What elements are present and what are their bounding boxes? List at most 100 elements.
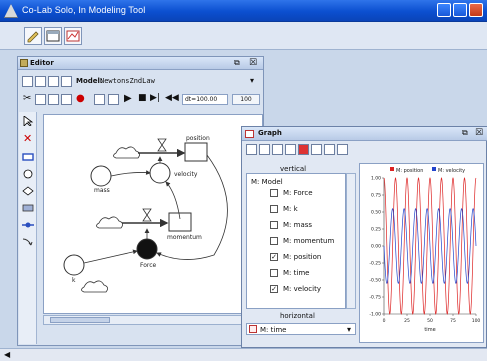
chevron-down-icon[interactable]: ▾ [250, 76, 254, 85]
export-icon[interactable] [337, 144, 348, 155]
y-tick-label: -0.25 [369, 261, 381, 267]
y-tick-label: 0.75 [371, 193, 381, 199]
record-icon[interactable]: ● [76, 93, 85, 104]
variable-checkbox[interactable] [270, 237, 278, 245]
variable-checkbox[interactable]: ✓ [270, 285, 278, 293]
chevron-down-icon[interactable]: ▾ [347, 325, 351, 334]
x-tick-label: 100 [472, 318, 481, 324]
k-node[interactable] [63, 254, 85, 276]
connector-tool-icon[interactable] [22, 237, 34, 247]
valve-icon[interactable] [142, 208, 152, 222]
maximize-button[interactable] [453, 3, 467, 17]
main-horizontal-scrollbar[interactable]: ◀ [0, 348, 487, 361]
velocity-label: velocity [174, 171, 198, 178]
editor-model-row: Model: NewtonsZndLaw ▾ [18, 74, 263, 90]
table-tool-icon[interactable] [22, 203, 34, 213]
line-chart: M: position M: velocity 1.00 0.75 0.50 0.25 0.… [369, 167, 481, 333]
scroll-left-icon[interactable]: ◀ [4, 350, 10, 359]
scissors-icon[interactable]: ✂ [23, 93, 31, 104]
editor-title: Editor [30, 59, 54, 67]
cloud-icon [81, 280, 108, 293]
zoom-icon[interactable] [285, 144, 296, 155]
delete-tool-icon[interactable]: ✕ [23, 132, 32, 145]
mass-node[interactable] [90, 165, 112, 187]
window-title: Co-Lab Solo, In Modeling Tool [22, 5, 146, 15]
position-label: position [186, 135, 210, 142]
grid-toggle-icon[interactable] [324, 144, 335, 155]
variable-checkbox[interactable] [270, 205, 278, 213]
step-icon[interactable]: ▶| [150, 93, 160, 103]
constant-tool-icon[interactable] [22, 186, 34, 196]
variable-label: M: mass [283, 221, 313, 229]
variable-icon [249, 325, 257, 333]
graph-window-icon[interactable] [64, 27, 82, 45]
tree-scrollbar[interactable] [346, 173, 356, 309]
horizontal-select[interactable]: M: time ▾ [246, 323, 356, 335]
scroll-thumb[interactable] [50, 317, 110, 323]
close-icon[interactable]: ☒ [475, 128, 483, 138]
force-node[interactable] [136, 238, 158, 260]
model-select[interactable]: NewtonsZndLaw [100, 77, 155, 85]
stop-icon[interactable]: ■ [138, 93, 147, 103]
auxiliary-tool-icon[interactable] [22, 169, 34, 179]
dt-field[interactable]: dt=100.00 [182, 94, 228, 105]
variable-label: M: time [283, 269, 310, 277]
grid-icon[interactable] [108, 94, 119, 105]
x-axis-label: time [424, 327, 435, 333]
rewind-icon[interactable]: ◀◀ [165, 93, 179, 103]
delete-icon[interactable] [61, 94, 72, 105]
pointer-icon[interactable] [22, 116, 34, 126]
graph-window: Graph ⧉ ☒ vertical M: Model M: Force M: k… [241, 126, 487, 348]
plot-area[interactable]: M: position M: velocity 1.00 0.75 0.50 0.25 0.… [359, 163, 484, 343]
x-tick-label: 75 [450, 318, 456, 324]
save-icon[interactable] [48, 76, 59, 87]
open-file-icon[interactable] [35, 76, 46, 87]
force-label: Force [140, 262, 157, 269]
graph-new-icon[interactable] [246, 144, 257, 155]
x-tick-label: 50 [427, 318, 433, 324]
variable-checkbox[interactable] [270, 221, 278, 229]
graph-copy-icon[interactable] [272, 144, 283, 155]
dt-button[interactable]: 100 [232, 94, 260, 105]
velocity-node[interactable] [149, 162, 171, 184]
graph-print-icon[interactable] [259, 144, 270, 155]
y-tick-label: 0.50 [371, 210, 381, 216]
variable-label: M: momentum [283, 237, 335, 245]
model-canvas[interactable]: position velocity mass momentum Force k [43, 114, 263, 314]
align-icon[interactable] [94, 94, 105, 105]
x-tick-label: 25 [404, 318, 410, 324]
paste-icon[interactable] [48, 94, 59, 105]
new-file-icon[interactable] [22, 76, 33, 87]
stop-record-icon[interactable] [298, 144, 309, 155]
variable-label: M: k [283, 205, 298, 213]
close-icon[interactable]: ☒ [249, 58, 257, 68]
copy-icon[interactable] [35, 94, 46, 105]
stock-tool-icon[interactable] [22, 152, 34, 162]
properties-icon[interactable] [61, 76, 72, 87]
legend-label: M: velocity [438, 168, 465, 174]
scale-icon[interactable] [311, 144, 322, 155]
momentum-stock[interactable] [168, 212, 192, 232]
legend-label: M: position [396, 168, 423, 174]
y-tick-label: -0.75 [369, 295, 381, 301]
play-icon[interactable]: ▶ [124, 93, 132, 104]
new-window-icon[interactable] [44, 27, 62, 45]
momentum-label: momentum [167, 234, 202, 241]
restore-icon[interactable]: ⧉ [462, 128, 468, 138]
vertical-label: vertical [280, 165, 307, 173]
variable-checkbox[interactable] [270, 269, 278, 277]
cloud-icon [96, 216, 123, 229]
valve-icon[interactable] [157, 138, 167, 152]
minimize-button[interactable] [437, 3, 451, 17]
position-stock[interactable] [184, 142, 208, 162]
pencil-icon[interactable] [24, 27, 42, 45]
flow-tool-icon[interactable] [22, 220, 34, 230]
close-button[interactable] [469, 3, 483, 17]
restore-icon[interactable]: ⧉ [234, 58, 240, 68]
horizontal-label: horizontal [280, 312, 315, 320]
horizontal-value: M: time [260, 326, 287, 334]
variable-checkbox[interactable]: ✓ [270, 253, 278, 261]
variable-checkbox[interactable] [270, 189, 278, 197]
canvas-horizontal-scrollbar[interactable] [43, 315, 263, 325]
y-tick-label: -0.50 [369, 278, 381, 284]
